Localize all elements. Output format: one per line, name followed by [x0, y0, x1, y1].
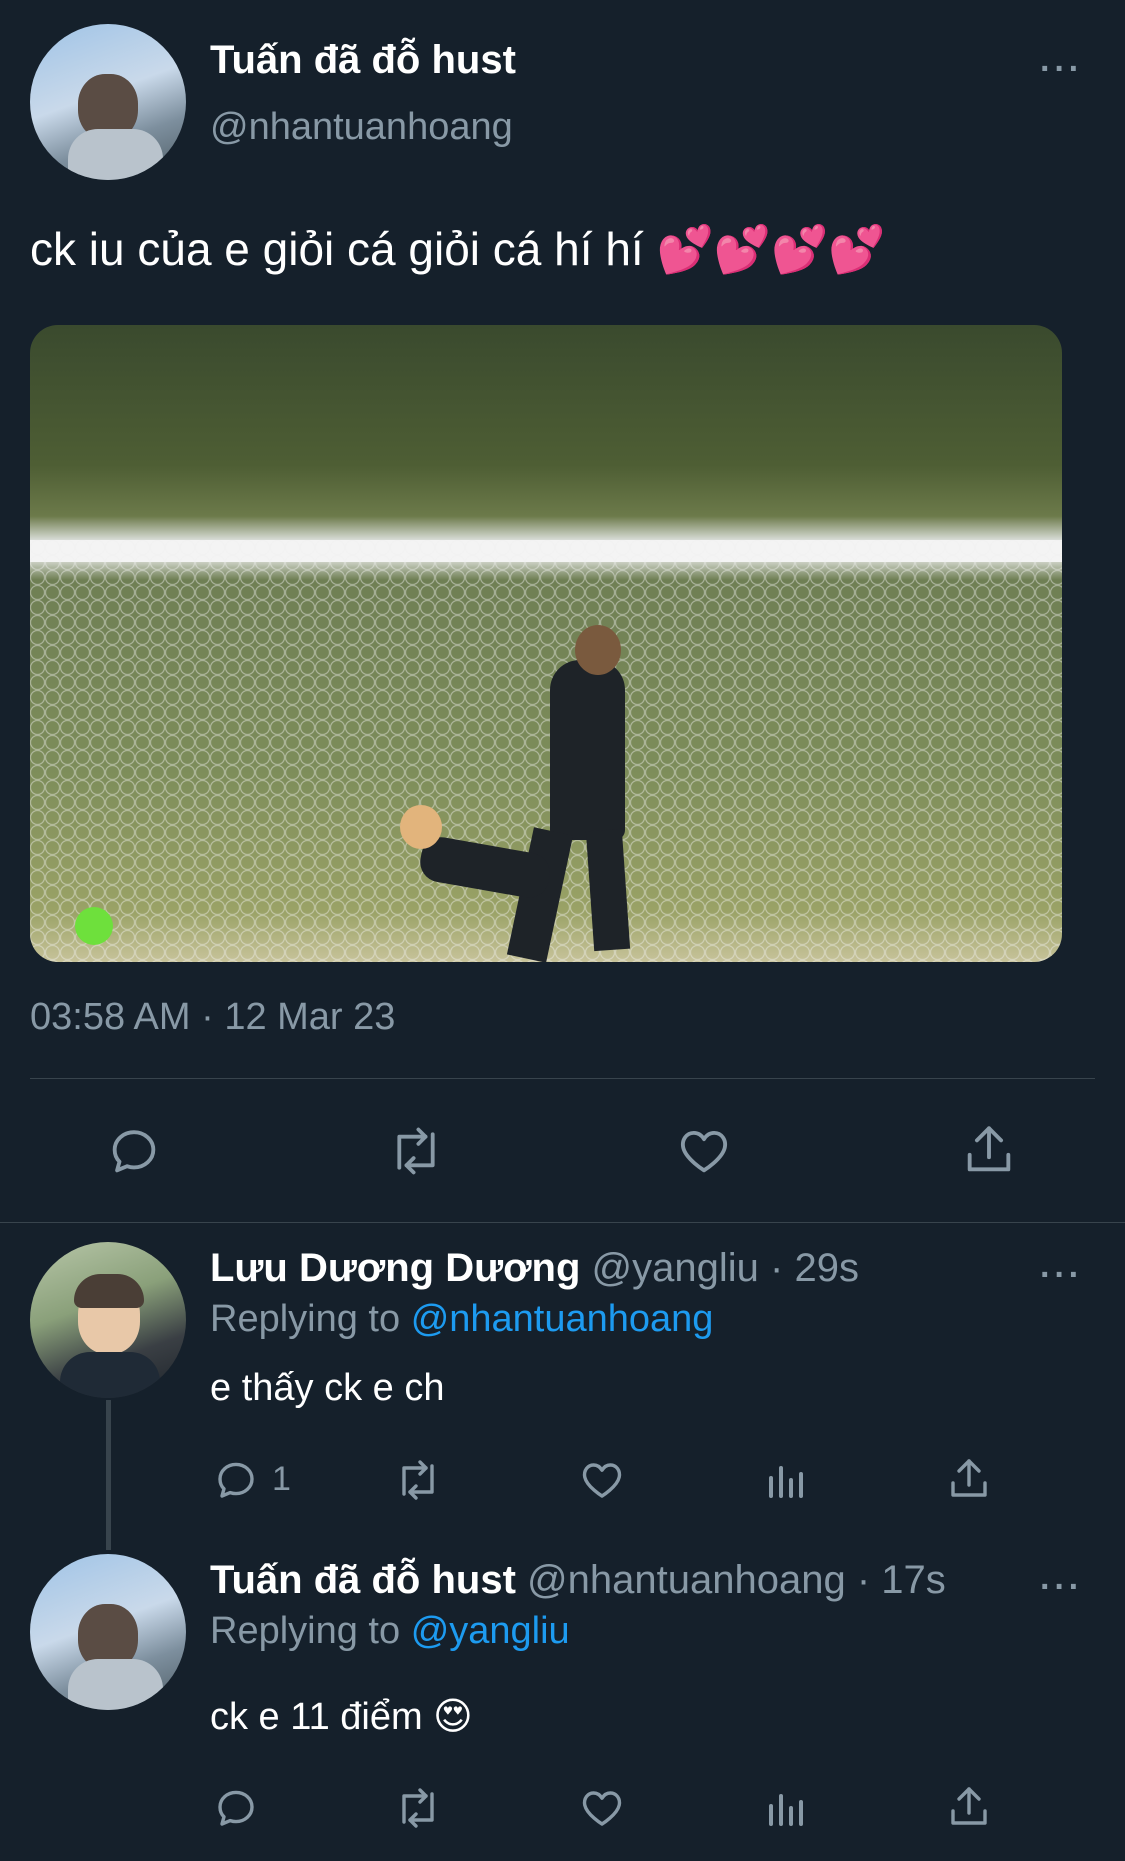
- retweet-icon[interactable]: [385, 1122, 447, 1180]
- reply-time[interactable]: 29s: [794, 1246, 859, 1290]
- author-avatar[interactable]: [30, 24, 186, 180]
- author-name[interactable]: Tuấn đã đỗ hust: [210, 38, 516, 83]
- retweet-icon[interactable]: [392, 1456, 444, 1504]
- share-icon[interactable]: [960, 1120, 1018, 1180]
- share-icon[interactable]: [945, 1782, 993, 1832]
- player-figure: [550, 660, 625, 840]
- heart-icon[interactable]: [675, 1122, 733, 1180]
- tweet-media-video[interactable]: [30, 325, 1062, 962]
- reply-avatar[interactable]: [30, 1554, 186, 1710]
- reply-author-handle[interactable]: @yangliu: [592, 1246, 759, 1290]
- share-icon[interactable]: [945, 1454, 993, 1504]
- reply-author-name[interactable]: Lưu Dương Dương: [210, 1246, 580, 1290]
- replying-to-mention[interactable]: @nhantuanhoang: [411, 1298, 714, 1340]
- reply-icon[interactable]: [105, 1122, 163, 1180]
- reply-header: Tuấn đã đỗ hust @nhantuanhoang · 17s: [210, 1558, 946, 1603]
- analytics-icon[interactable]: [763, 1784, 811, 1832]
- reply-time[interactable]: 17s: [881, 1558, 946, 1602]
- reply-avatar[interactable]: [30, 1242, 186, 1398]
- replying-to-line: Replying to @nhantuanhoang: [210, 1298, 713, 1341]
- retweet-icon[interactable]: [392, 1784, 444, 1832]
- analytics-icon[interactable]: [763, 1456, 811, 1504]
- goalkeeper-head: [400, 805, 442, 849]
- heart-icon[interactable]: [578, 1456, 626, 1504]
- reply-icon[interactable]: [212, 1456, 260, 1504]
- more-options-icon[interactable]: ···: [1040, 1568, 1083, 1607]
- reply-author-name[interactable]: Tuấn đã đỗ hust: [210, 1558, 516, 1602]
- tweet-timestamp[interactable]: 03:58 AM · 12 Mar 23: [30, 996, 395, 1039]
- divider: [0, 1222, 1125, 1223]
- reply-author-handle[interactable]: @nhantuanhoang: [527, 1558, 846, 1602]
- player-head: [575, 625, 621, 675]
- divider: [30, 1078, 1095, 1079]
- reply-text: ck e 11 điểm 😍: [210, 1696, 473, 1738]
- reply-icon[interactable]: [212, 1784, 260, 1832]
- replying-to-label: Replying to: [210, 1610, 401, 1652]
- tweet-text: ck iu của e giỏi cá giỏi cá hí hí 💕💕💕💕: [30, 223, 886, 275]
- heart-icon[interactable]: [578, 1784, 626, 1832]
- author-handle[interactable]: @nhantuanhoang: [210, 106, 513, 149]
- football: [75, 907, 113, 945]
- reply-text: e thấy ck e ch: [210, 1367, 445, 1409]
- more-options-icon[interactable]: ···: [1040, 1256, 1083, 1295]
- replying-to-line: Replying to @yangliu: [210, 1610, 570, 1653]
- thread-connector-line: [106, 1400, 111, 1550]
- dot-separator: ·: [770, 1246, 784, 1290]
- dot-separator: ·: [856, 1558, 871, 1602]
- reply-header: Lưu Dương Dương @yangliu · 29s: [210, 1246, 859, 1291]
- replying-to-label: Replying to: [210, 1298, 401, 1340]
- more-options-icon[interactable]: ···: [1040, 50, 1083, 89]
- replying-to-mention[interactable]: @yangliu: [411, 1610, 570, 1652]
- reply-count: 1: [272, 1460, 291, 1498]
